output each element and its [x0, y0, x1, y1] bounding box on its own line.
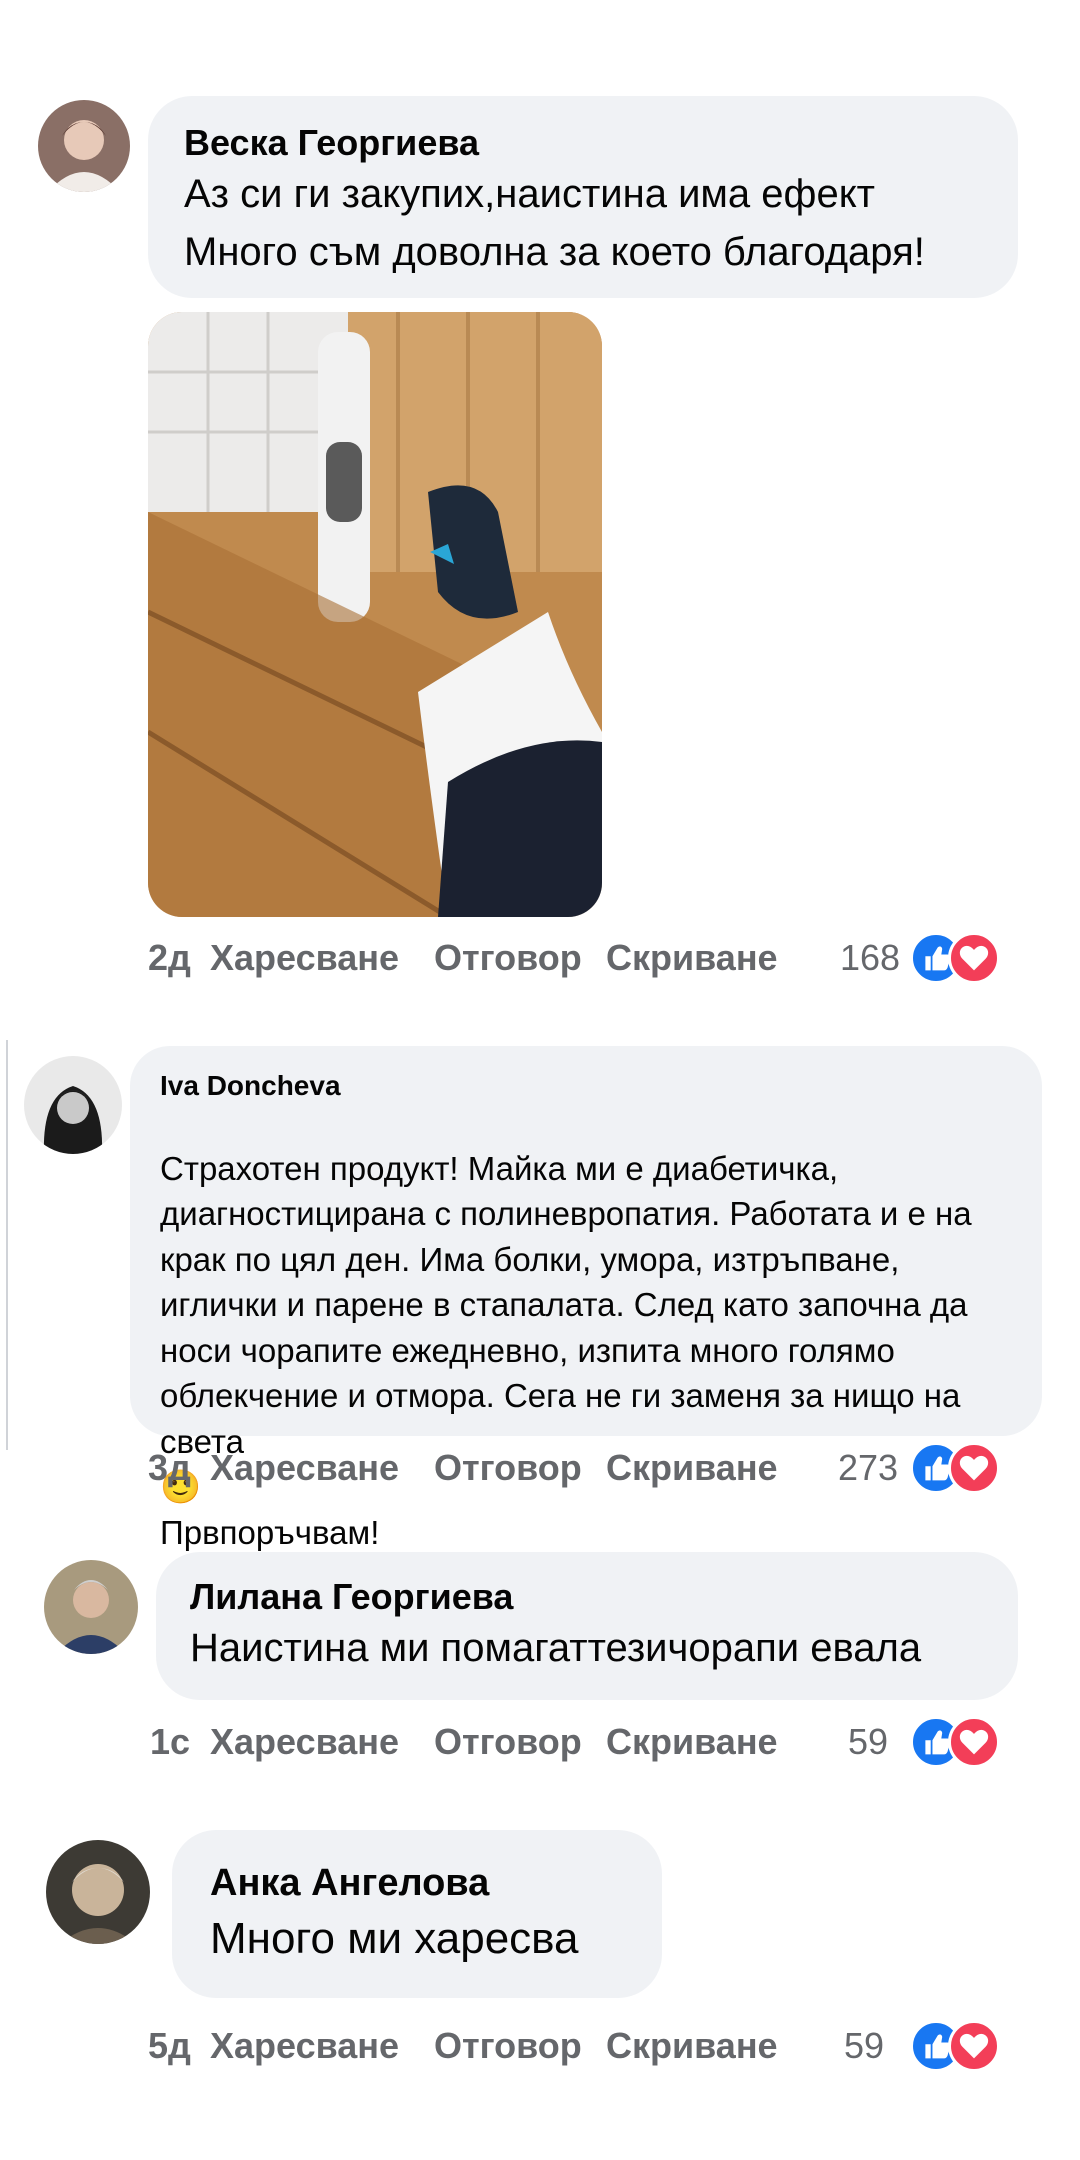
comment-text-end: Првпоръчвам!: [160, 1513, 380, 1551]
reaction-count[interactable]: 273: [838, 1440, 898, 1496]
hide-button[interactable]: Скриване: [606, 1440, 778, 1496]
hide-button[interactable]: Скриване: [606, 1714, 778, 1770]
comment-text: Много съм доволна за което благодаря!: [184, 230, 925, 274]
like-button[interactable]: Харесване: [210, 2018, 399, 2074]
comment-actions: 3д Харесване Отговор Скриване 273: [148, 1440, 1008, 1496]
comment-actions: 5д Харесване Отговор Скриване 59: [148, 2018, 1008, 2074]
avatar[interactable]: [24, 1056, 122, 1154]
heart-icon[interactable]: [948, 932, 1000, 984]
reaction-count[interactable]: 168: [840, 930, 900, 986]
avatar[interactable]: [44, 1560, 138, 1654]
reaction-count[interactable]: 59: [848, 1714, 888, 1770]
comment-time[interactable]: 3д: [148, 1440, 191, 1496]
comment-text-body: Страхотен продукт! Майка ми е диабетичка…: [160, 1149, 972, 1460]
comment-time[interactable]: 1с: [150, 1714, 190, 1770]
heart-icon[interactable]: [948, 1442, 1000, 1494]
comment-author[interactable]: Анка Ангелова: [210, 1862, 489, 1905]
comment-actions: 2д Харесване Отговор Скриване 168: [148, 930, 1008, 986]
comment-author[interactable]: Веска Георгиева: [184, 122, 479, 164]
like-button[interactable]: Харесване: [210, 930, 399, 986]
comment-text: Аз си ги закупих,наистина има ефект: [184, 172, 875, 216]
avatar[interactable]: [38, 100, 130, 192]
thread-line: [6, 1040, 8, 1450]
comment-author[interactable]: Лилана Георгиева: [190, 1576, 513, 1618]
reaction-count[interactable]: 59: [844, 2018, 884, 2074]
comment-photo[interactable]: [148, 312, 602, 917]
heart-icon[interactable]: [948, 1716, 1000, 1768]
hide-button[interactable]: Скриване: [606, 2018, 778, 2074]
reply-button[interactable]: Отговор: [434, 1714, 582, 1770]
comment-text: Много ми харесва: [210, 1914, 579, 1963]
avatar[interactable]: [46, 1840, 150, 1944]
like-button[interactable]: Харесване: [210, 1440, 399, 1496]
comment-time[interactable]: 2д: [148, 930, 191, 986]
like-button[interactable]: Харесване: [210, 1714, 399, 1770]
comment-time[interactable]: 5д: [148, 2018, 191, 2074]
heart-icon[interactable]: [948, 2020, 1000, 2072]
reply-button[interactable]: Отговор: [434, 2018, 582, 2074]
reply-button[interactable]: Отговор: [434, 1440, 582, 1496]
hide-button[interactable]: Скриване: [606, 930, 778, 986]
reply-button[interactable]: Отговор: [434, 930, 582, 986]
comment-text: Наистина ми помагаттезичорапи евала: [190, 1626, 922, 1670]
comment-author[interactable]: Iva Doncheva: [160, 1070, 341, 1102]
comment-actions: 1с Харесване Отговор Скриване 59: [150, 1714, 1010, 1770]
